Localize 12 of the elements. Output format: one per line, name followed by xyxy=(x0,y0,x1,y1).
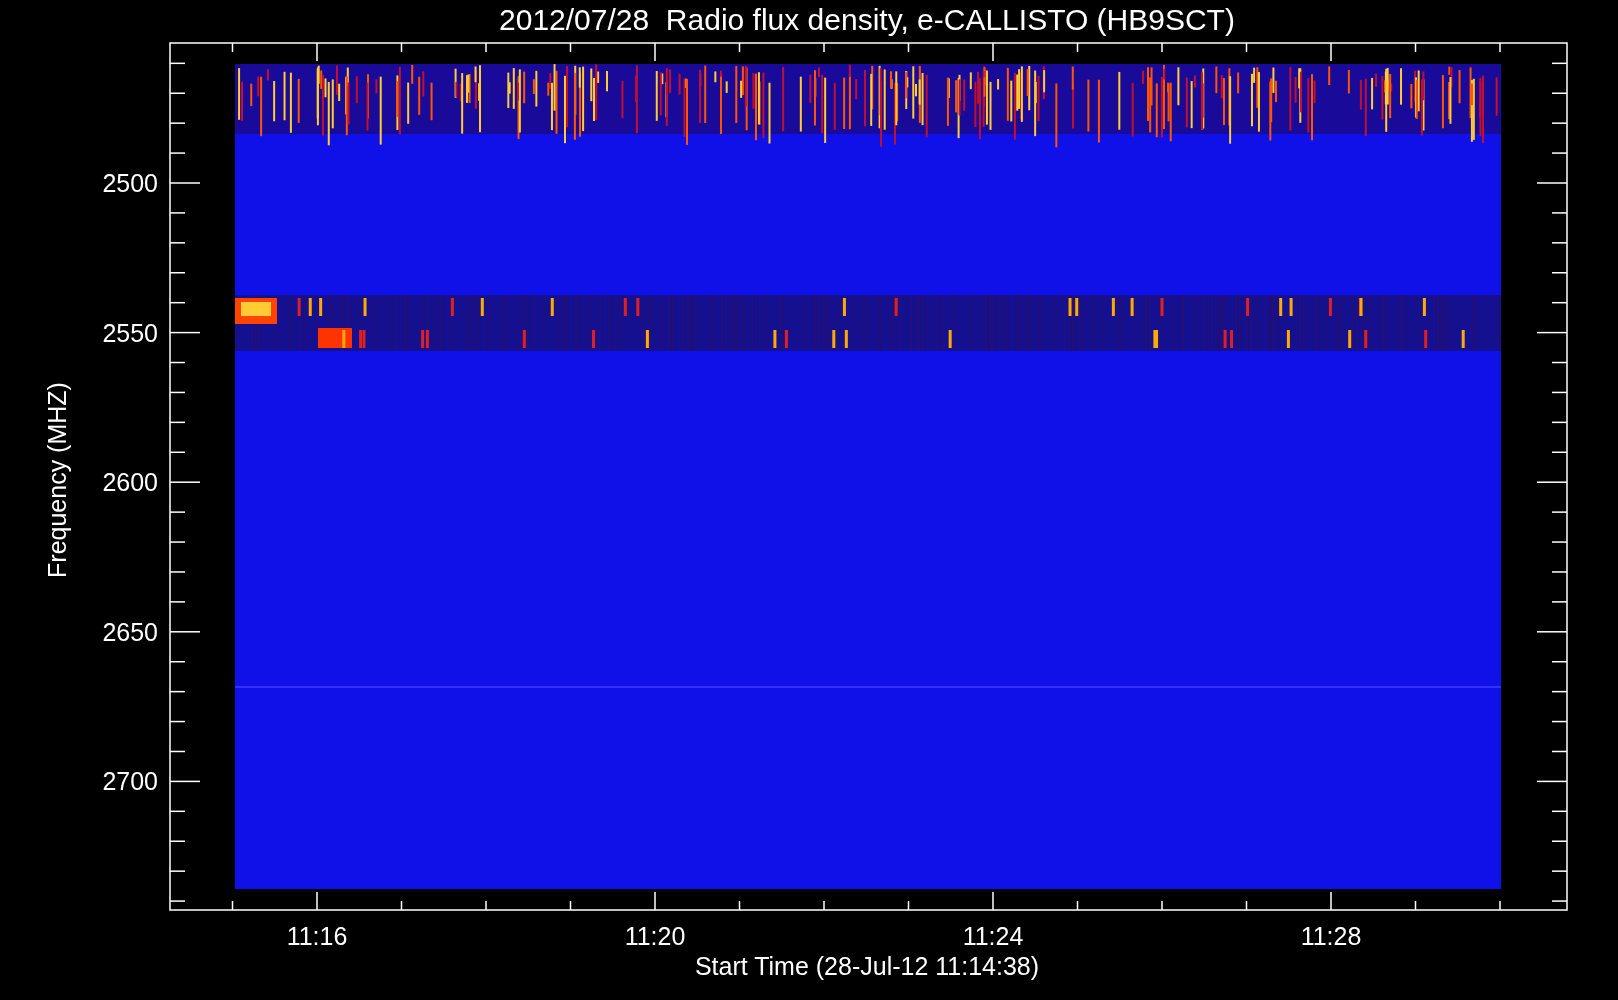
y-tick-label: 2600 xyxy=(102,468,158,497)
x-tick-label: 11:28 xyxy=(1300,922,1362,950)
x-tick-label: 11:24 xyxy=(962,922,1024,950)
y-tick-label: 2650 xyxy=(102,617,158,646)
chart-title: 2012/07/28 Radio flux density, e-CALLISTO (HB9SCT) xyxy=(499,3,1235,36)
y-tick-label: 2500 xyxy=(102,169,158,197)
y-axis-label: Frequency (MHZ) xyxy=(43,382,71,578)
x-tick-label: 11:20 xyxy=(624,922,686,950)
y-tick-label: 2700 xyxy=(102,767,158,796)
y-tick-label: 2550 xyxy=(102,318,158,347)
x-axis-label: Start Time (28-Jul-12 11:14:38) xyxy=(694,952,1040,980)
x-tick-label: 11:16 xyxy=(286,922,348,950)
